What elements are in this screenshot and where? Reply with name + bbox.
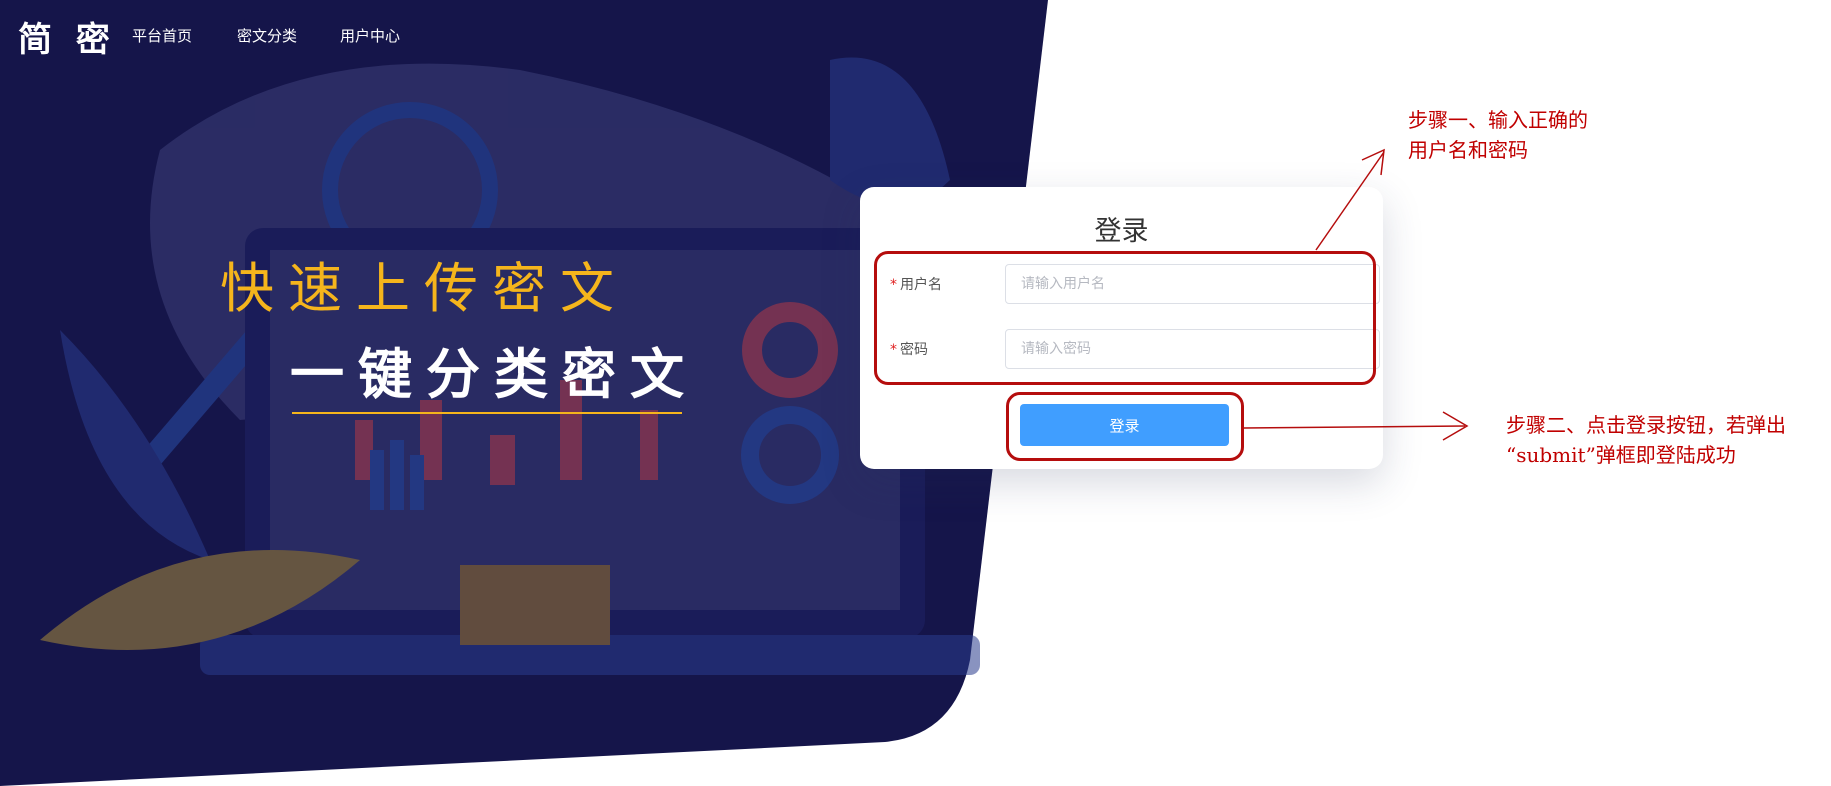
slogan-divider — [292, 412, 682, 414]
hero-slogan-primary: 快速上传密文 — [220, 257, 628, 320]
step2-line2: “submit”弹框即登陆成功 — [1506, 443, 1736, 467]
brand-logo[interactable]: 简 密 — [18, 12, 116, 61]
step2-note: 步骤二、点击登录按钮，若弹出 “submit”弹框即登陆成功 — [1506, 410, 1786, 470]
step2-line1: 步骤二、点击登录按钮，若弹出 — [1506, 413, 1786, 437]
nav-item-cipher-category[interactable]: 密文分类 — [237, 25, 297, 46]
step1-line2: 用户名和密码 — [1408, 138, 1528, 162]
login-title: 登录 — [1094, 216, 1149, 247]
nav-item-home[interactable]: 平台首页 — [132, 25, 192, 46]
nav-item-user-center[interactable]: 用户中心 — [340, 25, 400, 46]
step1-line1: 步骤一、输入正确的 — [1408, 108, 1588, 132]
hero-slogan-secondary: 一键分类密文 — [290, 343, 698, 406]
step1-note: 步骤一、输入正确的 用户名和密码 — [1408, 105, 1588, 165]
login-button-highlight-box — [1006, 392, 1244, 461]
credentials-highlight-box — [874, 251, 1376, 385]
